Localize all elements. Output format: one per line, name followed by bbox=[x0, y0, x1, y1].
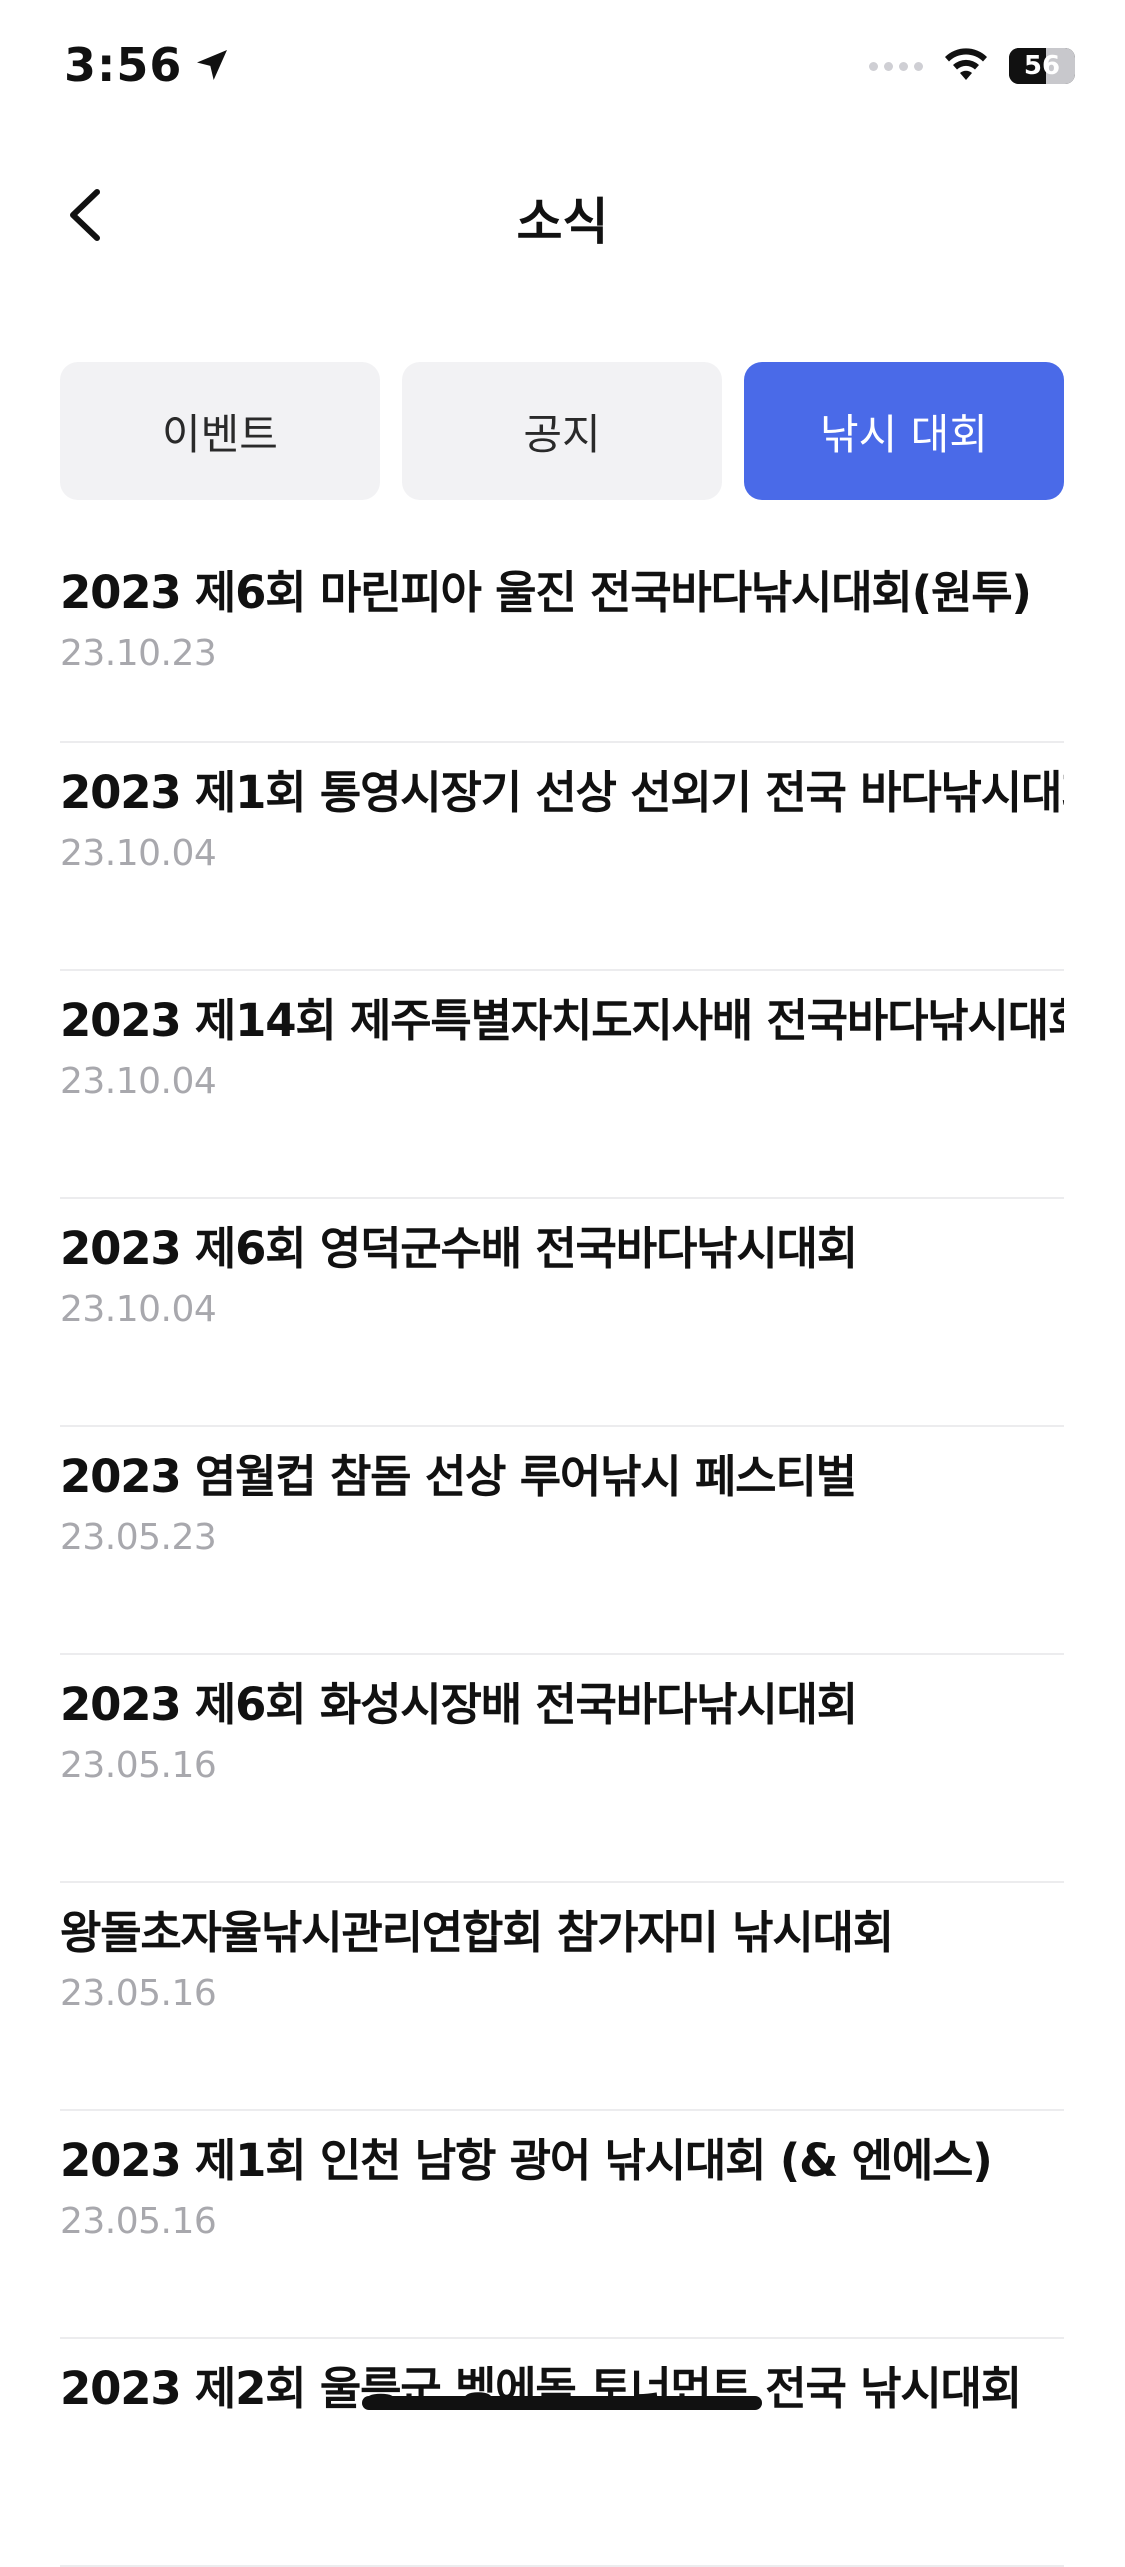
news-title: 왕돌초자율낚시관리연합회 참가자미 낚시대회 bbox=[60, 1906, 894, 1959]
news-title: 2023 제6회 마린피아 울진 전국바다낚시대회(원투) bbox=[60, 566, 1032, 619]
cellular-signal-icon bbox=[869, 61, 923, 71]
location-arrow-icon bbox=[197, 50, 228, 80]
news-date: 23.05.16 bbox=[60, 1745, 217, 1787]
tab-notice[interactable]: 공지 bbox=[402, 362, 722, 500]
list-item[interactable]: 2023 제2회 울릉군 벵에돔 토너먼트 전국 낚시대회 bbox=[60, 2339, 1064, 2567]
news-title: 2023 염월컵 참돔 선상 루어낚시 페스티벌 bbox=[60, 1450, 857, 1503]
tab-fishing-tournament[interactable]: 낚시 대회 bbox=[744, 362, 1064, 500]
news-date: 23.10.23 bbox=[60, 633, 217, 675]
nav-header: 소식 bbox=[0, 160, 1125, 270]
list-item[interactable]: 2023 제6회 화성시장배 전국바다낚시대회 23.05.16 bbox=[60, 1655, 1064, 1883]
status-indicators: 56 bbox=[869, 44, 1075, 88]
list-item[interactable]: 2023 제6회 영덕군수배 전국바다낚시대회 23.10.04 bbox=[60, 1199, 1064, 1427]
category-tabs: 이벤트 공지 낚시 대회 bbox=[60, 362, 1064, 500]
page-title: 소식 bbox=[516, 193, 609, 251]
news-list: 2023 제6회 마린피아 울진 전국바다낚시대회(원투) 23.10.23 2… bbox=[60, 545, 1064, 2567]
status-bar: 3:56 56 bbox=[0, 0, 1125, 140]
status-time: 3:56 bbox=[64, 38, 232, 92]
news-title: 2023 제1회 인천 남항 광어 낚시대회 (& 엔에스) bbox=[60, 2134, 993, 2187]
wifi-icon bbox=[941, 44, 991, 88]
news-title: 2023 제6회 화성시장배 전국바다낚시대회 bbox=[60, 1678, 858, 1731]
news-title: 2023 제1회 통영시장기 선상 선외기 전국 바다낚시대회 bbox=[60, 766, 1064, 819]
battery-level: 56 bbox=[1023, 51, 1061, 81]
list-item[interactable]: 2023 제1회 인천 남항 광어 낚시대회 (& 엔에스) 23.05.16 bbox=[60, 2111, 1064, 2339]
status-time-text: 3:56 bbox=[64, 38, 183, 92]
home-indicator[interactable] bbox=[362, 2396, 762, 2410]
list-item[interactable]: 왕돌초자율낚시관리연합회 참가자미 낚시대회 23.05.16 bbox=[60, 1883, 1064, 2111]
list-item[interactable]: 2023 제14회 제주특별자치도지사배 전국바다낚시대회 23.10.04 bbox=[60, 971, 1064, 1199]
tab-event[interactable]: 이벤트 bbox=[60, 362, 380, 500]
news-date: 23.10.04 bbox=[60, 833, 217, 875]
list-item[interactable]: 2023 제1회 통영시장기 선상 선외기 전국 바다낚시대회 23.10.04 bbox=[60, 743, 1064, 971]
news-date: 23.05.16 bbox=[60, 1973, 217, 2015]
battery-icon: 56 bbox=[1009, 48, 1075, 84]
list-item[interactable]: 2023 제6회 마린피아 울진 전국바다낚시대회(원투) 23.10.23 bbox=[60, 545, 1064, 743]
news-date: 23.05.16 bbox=[60, 2201, 217, 2243]
news-title: 2023 제14회 제주특별자치도지사배 전국바다낚시대회 bbox=[60, 994, 1064, 1047]
list-item[interactable]: 2023 염월컵 참돔 선상 루어낚시 페스티벌 23.05.23 bbox=[60, 1427, 1064, 1655]
news-date: 23.10.04 bbox=[60, 1061, 217, 1103]
news-title: 2023 제6회 영덕군수배 전국바다낚시대회 bbox=[60, 1222, 858, 1275]
news-date: 23.05.23 bbox=[60, 1517, 217, 1559]
news-date: 23.10.04 bbox=[60, 1289, 217, 1331]
